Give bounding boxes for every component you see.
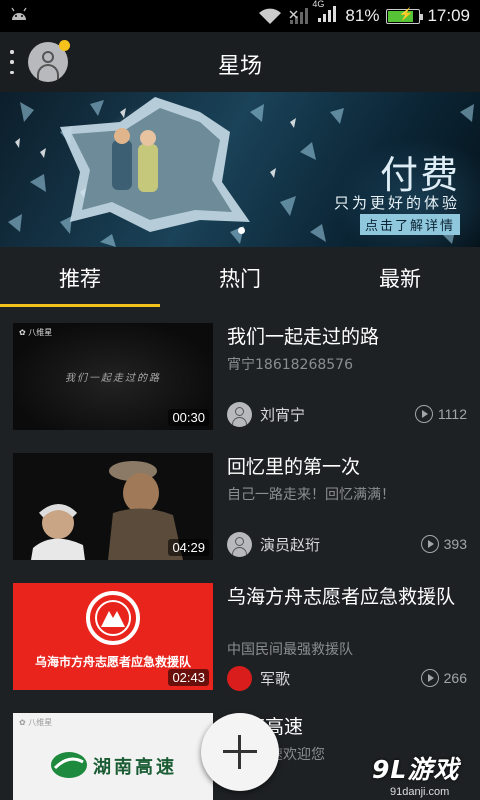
video-title: 乌海方舟志愿者应急救援队 xyxy=(227,586,456,608)
video-thumbnail[interactable]: 04:29 xyxy=(13,453,213,560)
uploader-name: 演员赵珩 xyxy=(260,536,321,554)
status-bar: 4G 81% ⚡ 17:09 xyxy=(0,0,480,32)
video-duration: 04:29 xyxy=(168,539,209,556)
battery-percent: 81% xyxy=(345,6,380,25)
thumb-caption: 湖南高速 xyxy=(93,757,177,778)
tab-popular[interactable]: 热门 xyxy=(160,247,320,308)
uploader-avatar xyxy=(227,666,252,691)
video-title: 我们一起走过的路 xyxy=(227,326,380,348)
thumb-logo-text: 八维星 xyxy=(28,718,53,727)
charging-bolt-icon: ⚡ xyxy=(398,6,414,21)
video-duration: 00:30 xyxy=(168,409,209,426)
uploader-name: 刘宵宁 xyxy=(260,406,306,424)
thumb-logo: ✿ 八维星 xyxy=(19,328,53,337)
category-tabs: 推荐 热门 最新 xyxy=(0,247,480,308)
promo-banner[interactable]: 付费 只为更好的体验 点击了解详情 xyxy=(0,92,480,247)
banner-page-indicator xyxy=(238,227,245,234)
video-item[interactable]: 04:29 回忆里的第一次 自己一路走来！回忆满满！ 演员赵珩 393 xyxy=(0,438,480,568)
video-subtitle: 宵宁18618268576 xyxy=(227,357,353,373)
tab-recommended[interactable]: 推荐 xyxy=(0,247,160,308)
thumb-caption: 乌海市方舟志愿者应急救援队 xyxy=(34,655,191,669)
thumb-logo-text: 八维星 xyxy=(28,328,53,337)
banner-title: 付费 xyxy=(379,153,460,197)
battery-icon: ⚡ xyxy=(386,6,424,24)
uploader[interactable]: 演员赵珩 xyxy=(227,532,320,557)
video-duration: 02:43 xyxy=(168,669,209,686)
play-count: 1112 xyxy=(414,405,467,423)
uploader-avatar xyxy=(227,532,252,557)
play-count-value: 1112 xyxy=(437,406,467,422)
thumb-logo: ✿ 八维星 xyxy=(19,718,53,727)
android-icon xyxy=(11,7,27,20)
thumb-caption: 我们一起走过的路 xyxy=(65,373,161,384)
uploader-avatar xyxy=(227,402,252,427)
app-header: 星场 xyxy=(0,32,480,92)
wifi-icon xyxy=(259,8,282,24)
video-subtitle: 自己一路走来！回忆满满！ xyxy=(227,487,395,503)
watermark-url: 91danji.com xyxy=(390,786,450,798)
banner-subtitle: 只为更好的体验 xyxy=(333,194,460,212)
clock: 17:09 xyxy=(427,6,470,25)
video-thumbnail[interactable]: 乌海市方舟志愿者应急救援队 02:43 xyxy=(13,583,213,690)
network-type-label: 4G xyxy=(312,0,325,9)
video-subtitle: 中国民间最强救援队 xyxy=(227,642,353,658)
video-title: 回忆里的第一次 xyxy=(227,456,361,478)
play-count: 266 xyxy=(420,669,467,687)
video-item[interactable]: 乌海市方舟志愿者应急救援队 02:43 乌海方舟志愿者应急救援队 中国民间最强救… xyxy=(0,568,480,698)
video-thumbnail[interactable]: ✿ 八维星 我们一起走过的路 00:30 xyxy=(13,323,213,430)
watermark: 9L游戏 91danji.com xyxy=(372,750,472,798)
play-count: 393 xyxy=(420,535,467,553)
play-count-icon xyxy=(420,669,439,687)
add-button[interactable] xyxy=(201,713,279,791)
page-title: 星场 xyxy=(217,54,262,79)
uploader[interactable]: 刘宵宁 xyxy=(227,402,305,427)
watermark-brand: 9L游戏 xyxy=(372,755,460,784)
rescue-team-emblem-icon xyxy=(86,591,140,645)
highway-logo-icon xyxy=(51,752,87,778)
uploader[interactable]: 军歌 xyxy=(227,666,290,691)
play-count-icon xyxy=(414,405,433,423)
banner-cta[interactable]: 点击了解详情 xyxy=(359,214,460,235)
play-count-value: 393 xyxy=(443,536,467,552)
play-count-value: 266 xyxy=(443,670,467,686)
no-sim-signal-icon xyxy=(289,8,309,24)
video-thumbnail[interactable]: ✿ 八维星 湖南高速 xyxy=(13,713,213,800)
play-count-icon xyxy=(420,535,439,553)
uploader-name: 军歌 xyxy=(260,670,291,688)
video-item[interactable]: ✿ 八维星 我们一起走过的路 00:30 我们一起走过的路 宵宁18618268… xyxy=(0,308,480,438)
tab-latest[interactable]: 最新 xyxy=(320,247,480,308)
cellular-signal: 4G xyxy=(312,0,338,28)
